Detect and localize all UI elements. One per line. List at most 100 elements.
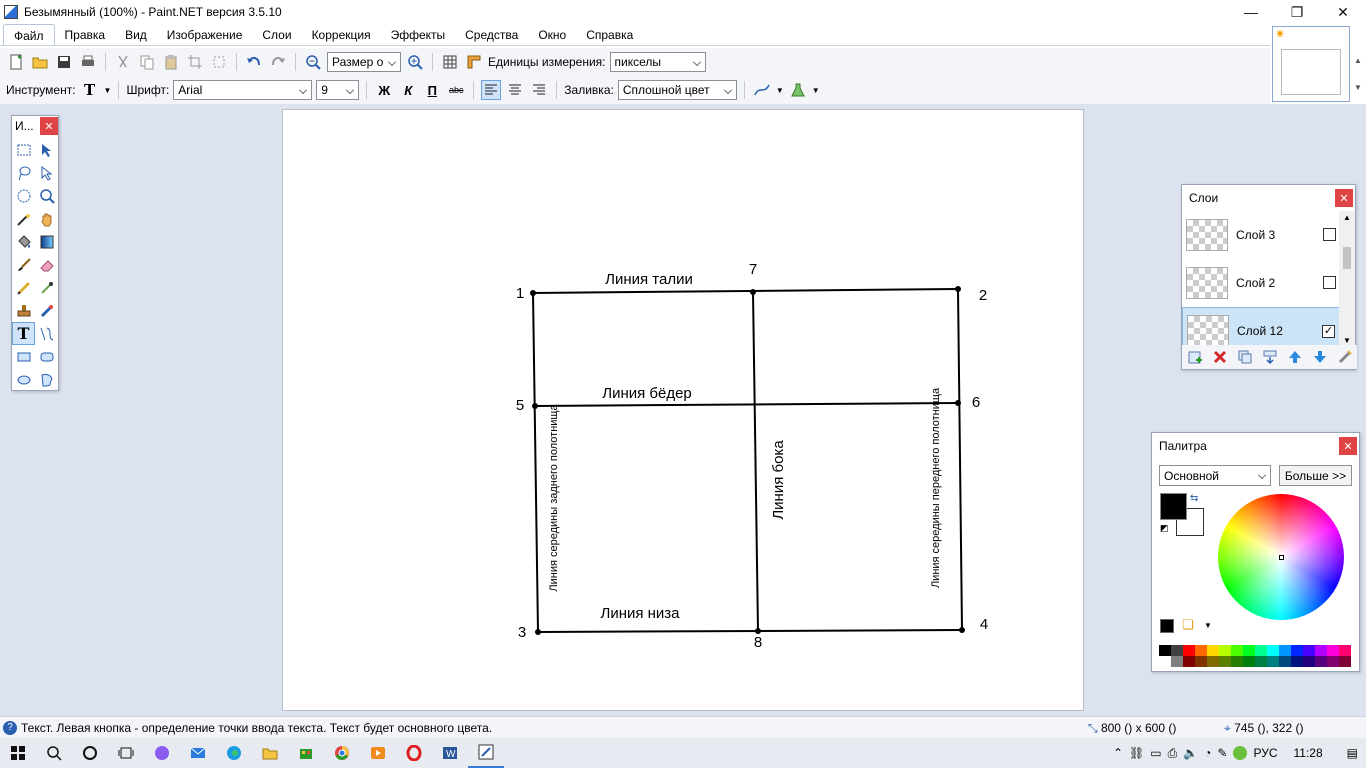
task-view-icon[interactable] xyxy=(108,738,144,768)
minimize-button[interactable]: — xyxy=(1228,0,1274,24)
color-swatch[interactable] xyxy=(1159,656,1171,667)
network-settings-icon[interactable]: ⛓ xyxy=(1129,746,1144,760)
move-pixels-tool-icon[interactable] xyxy=(35,161,58,184)
menu-help[interactable]: Справка xyxy=(576,24,643,46)
cortana-icon[interactable] xyxy=(72,738,108,768)
mail-icon[interactable] xyxy=(180,738,216,768)
menu-image[interactable]: Изображение xyxy=(157,24,253,46)
underline-button[interactable]: П xyxy=(422,80,442,100)
chevron-up-icon[interactable]: ⌃ xyxy=(1113,746,1123,760)
color-swatch[interactable] xyxy=(1327,645,1339,656)
save-icon[interactable] xyxy=(54,52,74,72)
layers-window-header[interactable]: Слои ✕ xyxy=(1182,185,1355,211)
battery-icon[interactable]: ▭ xyxy=(1150,746,1161,760)
clock[interactable]: 11:28 xyxy=(1294,746,1323,760)
color-swatch[interactable] xyxy=(1207,656,1219,667)
layers-scrollbar[interactable]: ▲ ▼ xyxy=(1339,211,1355,347)
volume-icon[interactable]: 🔈 xyxy=(1183,746,1198,760)
word-icon[interactable]: W xyxy=(432,738,468,768)
new-file-icon[interactable] xyxy=(6,52,26,72)
color-picker-tool-icon[interactable] xyxy=(35,276,58,299)
layer-row[interactable]: Слой 3 xyxy=(1182,211,1340,259)
units-combo[interactable]: пикселы xyxy=(609,52,706,72)
store-icon[interactable] xyxy=(288,738,324,768)
pan-tool-icon[interactable] xyxy=(35,207,58,230)
color-swatch[interactable] xyxy=(1195,645,1207,656)
move-layer-down-icon[interactable] xyxy=(1310,347,1330,367)
font-combo[interactable]: Arial xyxy=(173,80,313,100)
media-player-icon[interactable] xyxy=(360,738,396,768)
menu-utilities[interactable]: Средства xyxy=(455,24,528,46)
menu-edit[interactable]: Правка xyxy=(55,24,116,46)
opera-icon[interactable] xyxy=(396,738,432,768)
alice-assistant-icon[interactable] xyxy=(144,738,180,768)
color-swatch[interactable] xyxy=(1183,656,1195,667)
recolor-tool-icon[interactable] xyxy=(35,299,58,322)
windows-start-icon[interactable] xyxy=(0,738,36,768)
crop-icon[interactable] xyxy=(185,52,205,72)
zoom-tool-icon[interactable] xyxy=(35,184,58,207)
zoom-in-icon[interactable] xyxy=(405,52,425,72)
open-folder-icon[interactable] xyxy=(30,52,50,72)
text-tool-icon[interactable]: T xyxy=(80,80,100,100)
add-color-icon[interactable] xyxy=(1160,619,1174,633)
color-swatch[interactable] xyxy=(1267,645,1279,656)
deselect-icon[interactable] xyxy=(209,52,229,72)
chevron-down-icon[interactable]: ▼ xyxy=(812,86,820,95)
color-swatch[interactable] xyxy=(1171,645,1183,656)
line-curve-tool-icon[interactable] xyxy=(35,322,58,345)
layer-row[interactable]: Слой 2 xyxy=(1182,259,1340,307)
color-swatch[interactable] xyxy=(1195,656,1207,667)
fill-combo[interactable]: Сплошной цвет xyxy=(617,80,737,100)
wifi-icon[interactable]: ◔ xyxy=(1204,746,1211,760)
layers-close-button[interactable]: ✕ xyxy=(1335,189,1353,207)
swap-colors-icon[interactable]: ⇆ xyxy=(1190,493,1198,504)
rectangle-select-tool-icon[interactable] xyxy=(12,138,35,161)
paintnet-taskbar-icon[interactable] xyxy=(468,738,504,768)
status-green-icon[interactable] xyxy=(1233,746,1248,760)
color-swatch[interactable] xyxy=(1159,645,1171,656)
close-button[interactable]: ✕ xyxy=(1320,0,1366,24)
color-swatch[interactable] xyxy=(1315,656,1327,667)
more-colors-button[interactable]: Больше >> xyxy=(1279,465,1352,486)
align-right-button[interactable] xyxy=(529,80,549,100)
print-icon[interactable] xyxy=(78,52,98,72)
color-wheel[interactable] xyxy=(1218,494,1344,620)
magic-wand-tool-icon[interactable] xyxy=(12,207,35,230)
chevron-down-icon[interactable]: ▼ xyxy=(1204,621,1212,630)
italic-button[interactable]: К xyxy=(398,80,418,100)
text-tool-icon[interactable]: T xyxy=(12,322,35,345)
paintbrush-tool-icon[interactable] xyxy=(12,253,35,276)
ellipse-select-tool-icon[interactable] xyxy=(12,184,35,207)
color-swatch[interactable] xyxy=(1171,656,1183,667)
merge-layer-down-icon[interactable] xyxy=(1260,347,1280,367)
color-swatch[interactable] xyxy=(1339,645,1351,656)
pencil-tool-icon[interactable] xyxy=(12,276,35,299)
language-indicator[interactable]: РУС xyxy=(1253,746,1277,760)
color-swatch[interactable] xyxy=(1339,656,1351,667)
paint-bucket-tool-icon[interactable] xyxy=(12,230,35,253)
menu-view[interactable]: Вид xyxy=(115,24,157,46)
palette-menu-icon[interactable]: ❏ xyxy=(1182,617,1194,633)
move-selection-tool-icon[interactable] xyxy=(35,138,58,161)
tools-window-header[interactable]: И... ✕ xyxy=(12,116,58,136)
drawing-canvas[interactable]: Линия талии Линия бёдер Линия низа Линия… xyxy=(283,110,1083,710)
color-swatch[interactable] xyxy=(1267,656,1279,667)
color-swatch[interactable] xyxy=(1231,645,1243,656)
color-swatch[interactable] xyxy=(1303,645,1315,656)
color-swatch[interactable] xyxy=(1327,656,1339,667)
rulers-icon[interactable] xyxy=(464,52,484,72)
file-explorer-icon[interactable] xyxy=(252,738,288,768)
align-center-button[interactable] xyxy=(505,80,525,100)
font-size-combo[interactable]: 9 xyxy=(316,80,360,100)
primary-color-swatch[interactable] xyxy=(1160,493,1187,520)
color-swatch[interactable] xyxy=(1303,656,1315,667)
strikethrough-button[interactable]: abc xyxy=(446,80,466,100)
chrome-icon[interactable] xyxy=(324,738,360,768)
restore-button[interactable]: ❐ xyxy=(1274,0,1320,24)
color-wheel-cursor[interactable] xyxy=(1279,555,1284,560)
move-layer-up-icon[interactable] xyxy=(1285,347,1305,367)
color-swatch[interactable] xyxy=(1279,645,1291,656)
color-swatch[interactable] xyxy=(1315,645,1327,656)
palette-mode-combo[interactable]: Основной xyxy=(1159,465,1271,486)
